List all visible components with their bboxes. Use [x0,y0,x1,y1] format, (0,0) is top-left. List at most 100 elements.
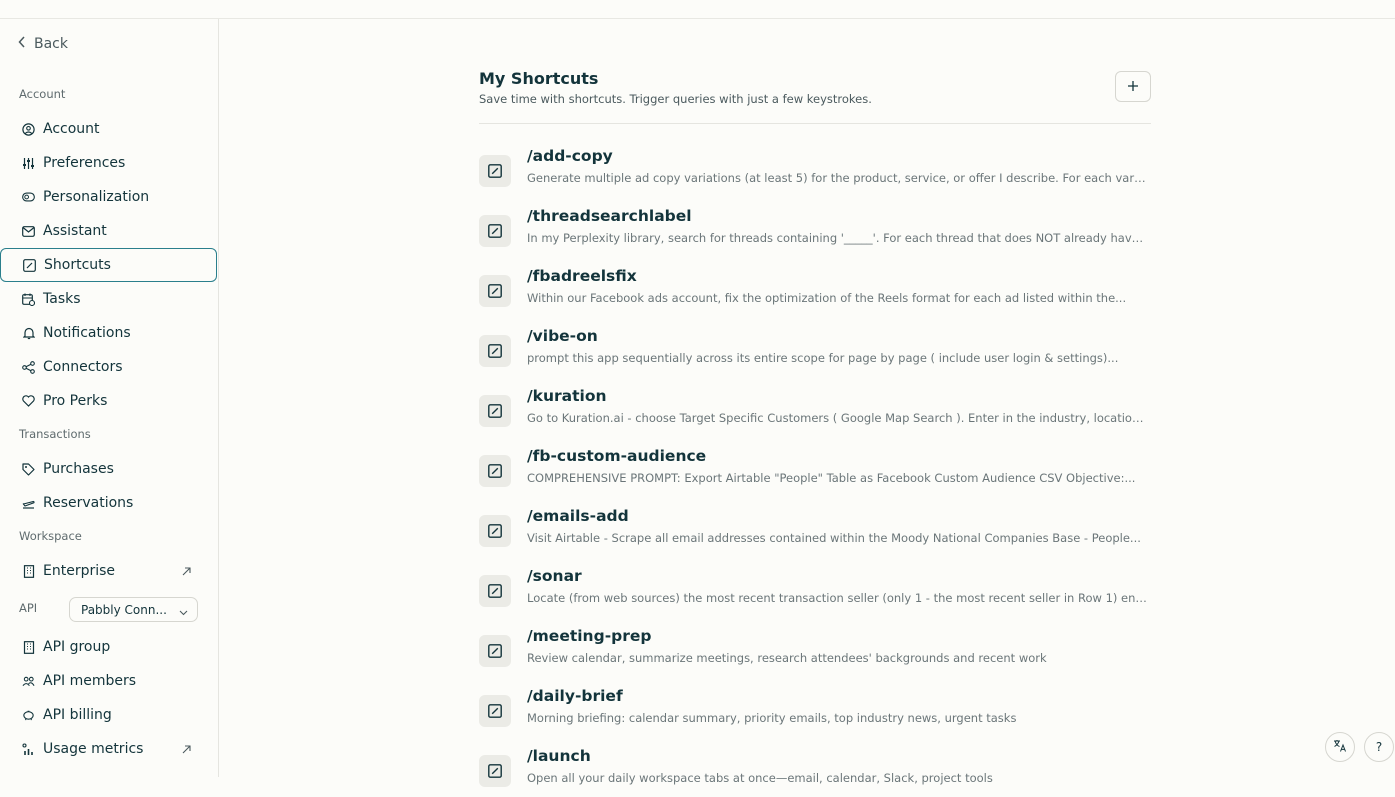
shortcut-name: /threadsearchlabel [527,207,692,225]
sidebar-item-label: Connectors [43,359,123,375]
heart-badge-icon [22,395,35,408]
sidebar-item-personalization[interactable]: Personalization [0,180,217,214]
shortcut-item[interactable]: /add-copy Generate multiple ad copy vari… [479,147,1151,197]
divider [479,123,1151,124]
user-circle-icon [22,122,35,136]
shortcut-icon [479,575,511,607]
sidebar-item-shortcuts[interactable]: Shortcuts [0,248,217,282]
shortcut-description: Morning briefing: calendar summary, prio… [527,711,1017,725]
page-subtitle: Save time with shortcuts. Trigger querie… [479,92,872,106]
sidebar-item-usage-metrics[interactable]: Usage metrics [0,732,217,766]
bell-icon [22,327,35,340]
chevron-left-icon [18,36,26,52]
shortcut-item[interactable]: /fbadreelsfix Within our Facebook ads ac… [479,267,1151,317]
shortcut-item[interactable]: /vibe-on prompt this app sequentially ac… [479,327,1151,377]
shortcut-item[interactable]: /fb-custom-audience COMPREHENSIVE PROMPT… [479,447,1151,497]
sidebar-item-preferences[interactable]: Preferences [0,146,217,180]
sidebar-item-label: Assistant [43,223,107,239]
shortcut-item[interactable]: /launch Open all your daily workspace ta… [479,747,1151,797]
back-label: Back [34,36,68,52]
shortcut-icon [479,455,511,487]
plus-icon [1127,77,1139,96]
sidebar-item-label: Pro Perks [43,393,108,409]
sidebar-item-label: API group [43,639,111,655]
shortcut-icon [479,695,511,727]
shortcut-description: Generate multiple ad copy variations (at… [527,171,1147,185]
translate-button[interactable] [1325,732,1355,762]
shortcut-description: Go to Kuration.ai - choose Target Specif… [527,411,1147,425]
sidebar-item-account[interactable]: Account [0,112,217,146]
help-button[interactable]: ? [1364,732,1394,762]
shortcut-icon [479,515,511,547]
calendar-clock-icon [22,293,35,306]
users-icon [22,675,35,688]
shortcut-name: /emails-add [527,507,629,525]
shortcut-icon [479,395,511,427]
piggy-bank-icon [22,709,35,722]
sidebar-item-tasks[interactable]: Tasks [0,282,217,316]
shortcut-item[interactable]: /daily-brief Morning briefing: calendar … [479,687,1151,737]
sidebar-item-label: Enterprise [43,563,116,579]
share-nodes-icon [22,360,35,374]
building-icon [22,564,35,578]
add-shortcut-button[interactable] [1115,71,1151,102]
sidebar-item-connectors[interactable]: Connectors [0,350,217,384]
sidebar-item-pro-perks[interactable]: Pro Perks [0,384,217,418]
mail-icon [22,225,35,238]
sidebar-item-enterprise[interactable]: Enterprise [0,554,217,588]
shortcut-name: /meeting-prep [527,627,652,645]
shortcut-name: /sonar [527,567,582,585]
shortcut-item[interactable]: /emails-add Visit Airtable - Scrape all … [479,507,1151,557]
shortcut-description: Within our Facebook ads account, fix the… [527,291,1127,305]
shortcut-description: prompt this app sequentially across its … [527,351,1119,365]
external-link-icon [182,742,191,758]
section-label-workspace: Workspace [19,529,82,543]
sidebar-item-label: Purchases [43,461,114,477]
shortcut-icon [479,215,511,247]
sidebar-item-label: Shortcuts [44,257,111,273]
section-label-api: API [19,601,38,615]
api-group-select[interactable]: Pabbly Conn... [69,597,198,622]
shortcut-description: Review calendar, summarize meetings, res… [527,651,1047,665]
shortcut-item[interactable]: /meeting-prep Review calendar, summarize… [479,627,1151,677]
main-content: My Shortcuts Save time with shortcuts. T… [219,19,1395,787]
sidebar-item-api-members[interactable]: API members [0,664,217,698]
top-bar [0,0,1395,19]
building-icon [22,640,35,654]
back-button[interactable]: Back [18,34,68,54]
tag-icon [22,462,35,476]
sidebar-item-label: Notifications [43,325,131,341]
shortcut-icon [479,635,511,667]
section-label-account: Account [19,87,66,101]
sidebar-item-purchases[interactable]: Purchases [0,452,217,486]
shortcut-icon [479,275,511,307]
api-row: API Pabbly Conn... [0,597,217,623]
shortcut-name: /launch [527,747,591,765]
translate-icon [1333,739,1347,755]
shortcut-item[interactable]: /sonar Locate (from web sources) the mos… [479,567,1151,617]
section-label-transactions: Transactions [19,427,91,441]
sidebar-item-notifications[interactable]: Notifications [0,316,217,350]
sidebar-item-label: Preferences [43,155,126,171]
shortcut-description: COMPREHENSIVE PROMPT: Export Airtable "P… [527,471,1136,485]
shortcut-name: /kuration [527,387,607,405]
toggle-icon [22,191,35,204]
shortcut-icon [479,335,511,367]
sidebar-item-api-group[interactable]: API group [0,630,217,664]
sidebar-item-label: Personalization [43,189,150,205]
sidebar-item-reservations[interactable]: Reservations [0,486,217,520]
chevron-down-icon [179,605,188,619]
shortcut-name: /fb-custom-audience [527,447,707,465]
page-title: My Shortcuts [479,69,599,88]
shortcut-description: Open all your daily workspace tabs at on… [527,771,993,785]
sidebar-item-label: Usage metrics [43,741,144,757]
sliders-icon [22,157,35,170]
bar-chart-icon [22,742,35,756]
sidebar-item-api-billing[interactable]: API billing [0,698,217,732]
sidebar-item-label: API members [43,673,137,689]
shortcut-icon [23,258,36,272]
sidebar-item-assistant[interactable]: Assistant [0,214,217,248]
shortcut-item[interactable]: /kuration Go to Kuration.ai - choose Tar… [479,387,1151,437]
shortcut-item[interactable]: /threadsearchlabel In my Perplexity libr… [479,207,1151,257]
settings-sidebar: Back Account Account Preferences Persona… [0,19,219,777]
